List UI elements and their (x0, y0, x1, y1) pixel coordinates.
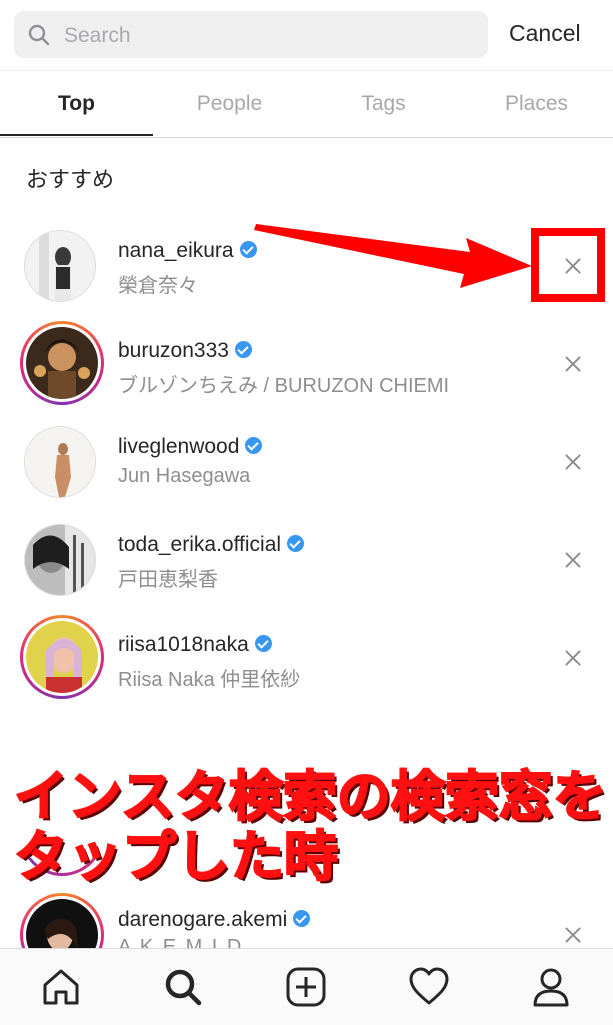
avatar (26, 327, 98, 399)
full-name: 戸田恵梨香 (118, 569, 218, 591)
username-text: darenogare.akemi (118, 908, 288, 931)
username-text: riisa1018naka (118, 633, 249, 656)
username: liveglenwood (118, 435, 263, 459)
verified-badge-icon (254, 634, 272, 652)
annotation-arrow-icon (254, 224, 532, 288)
username: toda_erika.official (118, 533, 305, 557)
username: nana_eikura (118, 239, 257, 263)
remove-suggestion-button[interactable] (560, 922, 586, 948)
add-post-icon[interactable] (284, 965, 328, 1009)
full-name: ブルゾンちえみ / BURUZON CHIEMI (118, 375, 450, 397)
username: darenogare.akemi (118, 908, 311, 932)
username-text: buruzon333 (118, 339, 229, 362)
avatar (25, 525, 95, 595)
tab-tags[interactable]: Tags (307, 71, 460, 137)
story-ring (20, 615, 104, 699)
username-text: toda_erika.official (118, 533, 282, 556)
search-tabs: Top People Tags Places (0, 70, 613, 138)
remove-suggestion-button[interactable] (560, 449, 586, 475)
full-name: Riisa Naka 仲里依紗 (118, 669, 301, 691)
list-item[interactable]: toda_erika.official 戸田恵梨香 (0, 510, 613, 608)
verified-badge-icon (287, 534, 305, 552)
home-icon[interactable] (39, 965, 83, 1009)
search-icon[interactable] (161, 965, 205, 1009)
bottom-nav (0, 948, 613, 1025)
profile-icon[interactable] (529, 965, 573, 1009)
username: buruzon333 (118, 339, 252, 363)
avatar (25, 427, 95, 497)
verified-badge-icon (293, 909, 311, 927)
full-name: 榮倉奈々 (118, 275, 198, 297)
avatar (25, 231, 95, 301)
remove-suggestion-button[interactable] (560, 351, 586, 377)
tab-people[interactable]: People (153, 71, 306, 137)
search-header: Cancel (0, 0, 613, 70)
active-tab-indicator (0, 134, 153, 136)
tab-top[interactable]: Top (0, 71, 153, 137)
search-icon (28, 24, 50, 46)
list-item[interactable]: buruzon333 ブルゾンちえみ / BURUZON CHIEMI (0, 314, 613, 412)
username-text: liveglenwood (118, 435, 240, 458)
remove-suggestion-button[interactable] (560, 547, 586, 573)
annotation-caption-line2: タップした時 (13, 826, 339, 888)
list-item[interactable]: liveglenwood Jun Hasegawa (0, 412, 613, 510)
username: riisa1018naka (118, 633, 272, 657)
full-name: Jun Hasegawa (118, 465, 251, 487)
tab-places[interactable]: Places (460, 71, 613, 137)
avatar (26, 621, 98, 693)
verified-badge-icon (245, 436, 263, 454)
story-ring (20, 321, 104, 405)
search-box[interactable] (14, 11, 488, 60)
annotation-highlight-box (531, 228, 605, 302)
list-item[interactable]: riisa1018naka Riisa Naka 仲里依紗 (0, 608, 613, 706)
cancel-button[interactable]: Cancel (509, 20, 581, 47)
username-text: nana_eikura (118, 239, 234, 262)
search-input[interactable] (62, 11, 476, 60)
heart-icon[interactable] (407, 965, 451, 1009)
section-title: おすすめ (26, 167, 115, 192)
remove-suggestion-button[interactable] (560, 645, 586, 671)
verified-badge-icon (234, 340, 252, 358)
